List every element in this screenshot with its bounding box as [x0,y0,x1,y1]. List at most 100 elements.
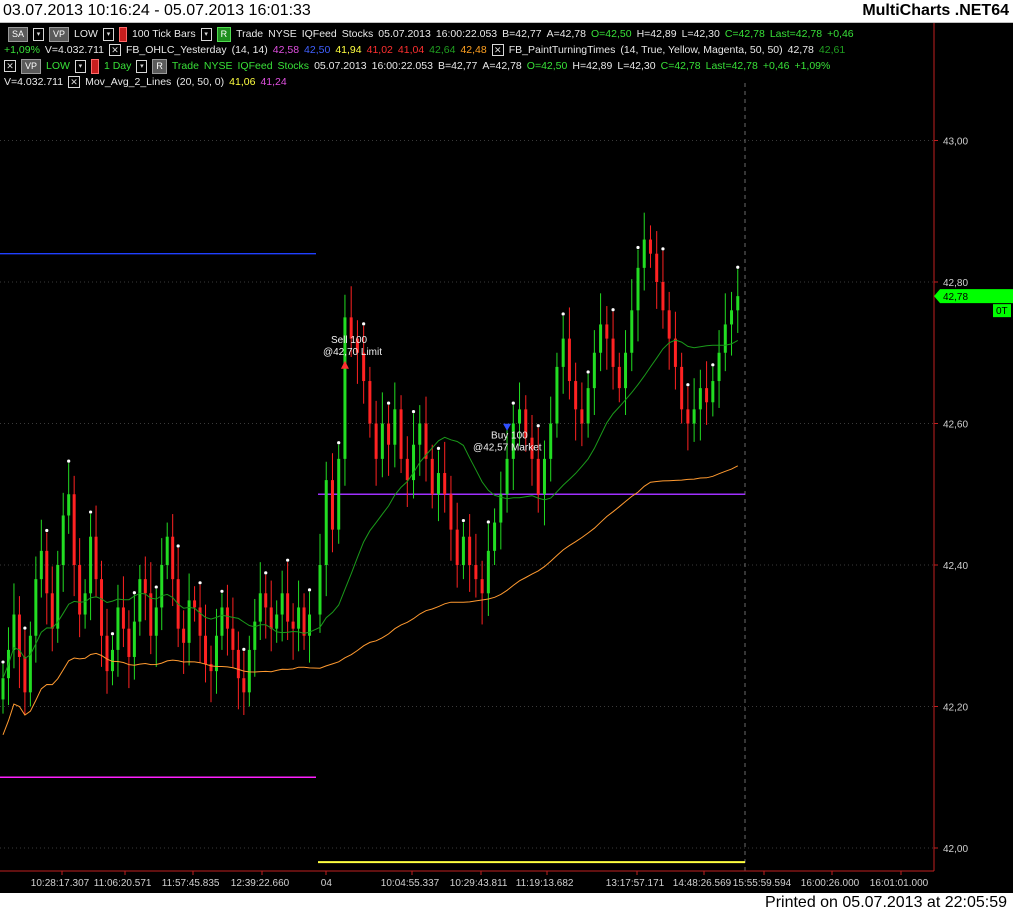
candle-body [330,480,334,530]
close-icon[interactable]: ✕ [4,60,16,72]
indicator-value: 42,64 [429,44,456,56]
pct-change-label: +1,09% [794,60,831,72]
turning-point-marker [661,247,665,251]
turning-point-marker [386,401,391,405]
candle-body [449,494,453,530]
turning-point-marker [198,581,202,585]
time-tick-label: 11:57:45.835 [162,878,220,889]
turning-point-marker [88,510,93,514]
time-tick-label: 16:01:01.000 [870,878,929,889]
price-tick-label: 42,00 [943,844,968,855]
turning-point-marker [176,544,180,548]
candle-body [83,593,87,615]
vp-chip[interactable]: VP [21,58,42,74]
chart-area[interactable]: Sell 100 @42,70 Limit Buy 100 @42,57 Market… [0,23,1013,893]
r-chip[interactable]: R [216,26,232,42]
chevron-down-icon[interactable]: ▾ [102,27,114,41]
sa-chip[interactable]: SA [8,26,29,42]
candle-body [12,614,16,650]
price-tick-label: 42,60 [943,420,968,431]
candle-body [214,635,218,672]
last-label: Last=42,78 [769,28,823,40]
vp-chip[interactable]: VP [49,26,70,42]
chevron-down-icon[interactable]: ▾ [74,59,86,73]
candle-body [138,579,142,622]
candle-body [680,366,684,410]
close-icon[interactable]: ✕ [491,44,504,56]
close-icon[interactable]: ✕ [68,76,81,88]
candle-body [580,409,584,424]
price-tick-label: 43,00 [943,137,968,148]
r-chip[interactable]: R [152,58,167,74]
candle-body [264,593,268,608]
turning-point-marker [461,518,466,523]
indicator-ma-name[interactable]: Mov_Avg_2_Lines [85,76,171,88]
time-tick-label: 10:28:17.307 [31,878,90,889]
candle-body [204,635,208,665]
candle-body [617,366,621,389]
candle-body [736,296,740,311]
time-tick-label: 10:29:43.811 [450,878,508,889]
sell-arrow-icon [340,360,349,369]
candle-body [499,494,503,523]
indicator-ohlc-name[interactable]: FB_OHLC_Yesterday [126,44,227,56]
candle-body [45,550,49,594]
candle-body [187,600,191,643]
chevron-down-icon[interactable]: ▾ [136,59,148,73]
candle-body [34,579,38,636]
ask-label: A=42,78 [546,28,586,40]
candle-body [275,614,279,629]
candle-body [667,310,671,339]
candle-body [56,565,60,629]
buy-order-label: Buy 100 [491,431,528,442]
bar-type-label[interactable]: 100 Tick Bars [132,28,196,40]
candle-body [380,423,384,459]
turning-point-marker [586,370,590,374]
bid-label: B=42,77 [502,28,542,40]
candle-body [605,324,609,339]
candle-body [468,536,472,565]
candle-body [127,628,131,657]
buy-order-price: @42,57 Market [473,443,542,454]
indicator-value: 42,78 [787,44,814,56]
candle-body [116,607,120,650]
candle-body [555,366,559,424]
turning-point-marker [286,558,290,562]
candle-body [561,338,565,367]
turning-point-marker [264,571,268,575]
price-tick-label: 42,20 [943,703,968,714]
candle-body [121,607,125,629]
title-bar: 03.07.2013 10:16:24 - 05.07.2013 16:01:3… [0,0,1013,23]
candle-body [337,458,341,530]
candle-body [39,550,43,580]
candle-body [661,282,665,311]
price-chart[interactable]: Sell 100@42,70 Limit Buy 100@42,57 Market… [0,23,1013,893]
candle-body [430,458,434,495]
candle-body [247,649,251,693]
chevron-down-icon[interactable]: ▾ [33,27,45,41]
bar-type-label[interactable]: 1 Day [104,60,131,72]
time-tick-label: 11:06:20.571 [94,878,152,889]
pct-change-label: +1,09% [4,44,40,56]
indicator-turning-name[interactable]: FB_PaintTurningTimes [509,44,616,56]
low-label: LOW [46,60,70,72]
last-label: Last=42,78 [705,60,758,72]
candle-body [171,536,175,580]
turning-point-marker [362,322,366,326]
candle-body [536,458,540,495]
indicator-ma-params: (20, 50, 0) [176,76,225,88]
candle-body [154,607,158,636]
candle-body [253,621,257,650]
time-tick-label: 12:39:22.660 [231,878,290,889]
candle-body [655,253,659,282]
printed-timestamp: Printed on 05.07.2013 at 22:05:59 [765,894,1007,911]
sell-order-label: Sell 100 [331,335,368,346]
turning-point-marker [110,632,115,636]
status-row-indicators: +1,09% V=4.032.711 ✕ FB_OHLC_Yesterday (… [4,42,850,58]
ask-label: A=42,78 [482,60,522,72]
chevron-down-icon[interactable]: ▾ [200,27,212,41]
candle-body [269,607,273,629]
date-label: 05.07.2013 [314,60,367,72]
close-icon[interactable]: ✕ [108,44,121,56]
candle-body [461,536,465,565]
